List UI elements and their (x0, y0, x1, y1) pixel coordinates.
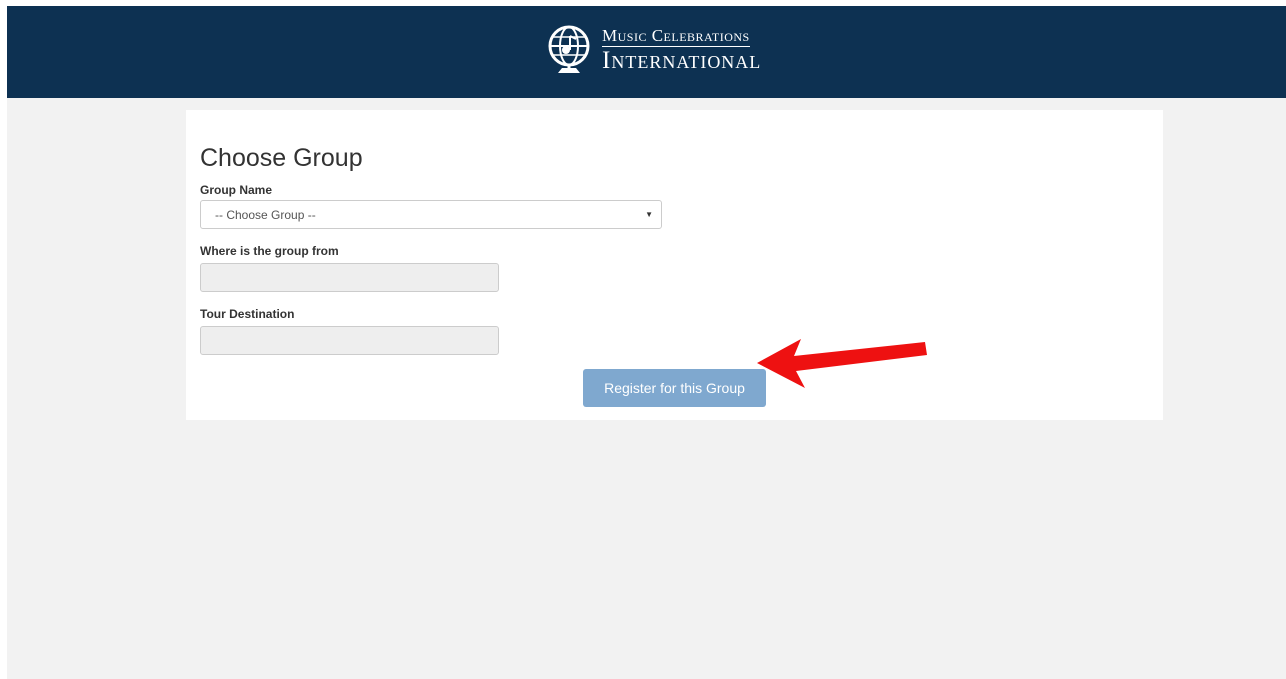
group-from-field[interactable] (200, 263, 499, 292)
site-header: Music Celebrations International (7, 6, 1286, 98)
group-name-label: Group Name (200, 183, 273, 197)
tour-destination-label: Tour Destination (200, 307, 295, 321)
group-from-label: Where is the group from (200, 244, 339, 258)
annotation-arrow-icon (757, 339, 927, 388)
register-button[interactable]: Register for this Group (583, 369, 766, 407)
globe-music-icon (548, 25, 590, 73)
page-title: Choose Group (200, 144, 363, 172)
choose-group-card: Choose Group Group Name -- Choose Group … (186, 110, 1163, 420)
page: Music Celebrations International Choose … (7, 6, 1286, 679)
site-logo[interactable]: Music Celebrations International (544, 22, 761, 78)
tour-destination-field[interactable] (200, 326, 499, 355)
logo-line2: International (602, 47, 762, 74)
group-name-select[interactable]: -- Choose Group -- ▼ (200, 200, 662, 229)
logo-line1: Music Celebrations (602, 26, 750, 47)
caret-down-icon: ▼ (645, 210, 653, 219)
logo-text: Music Celebrations International (602, 27, 761, 73)
group-name-select-value: -- Choose Group -- (215, 207, 316, 222)
